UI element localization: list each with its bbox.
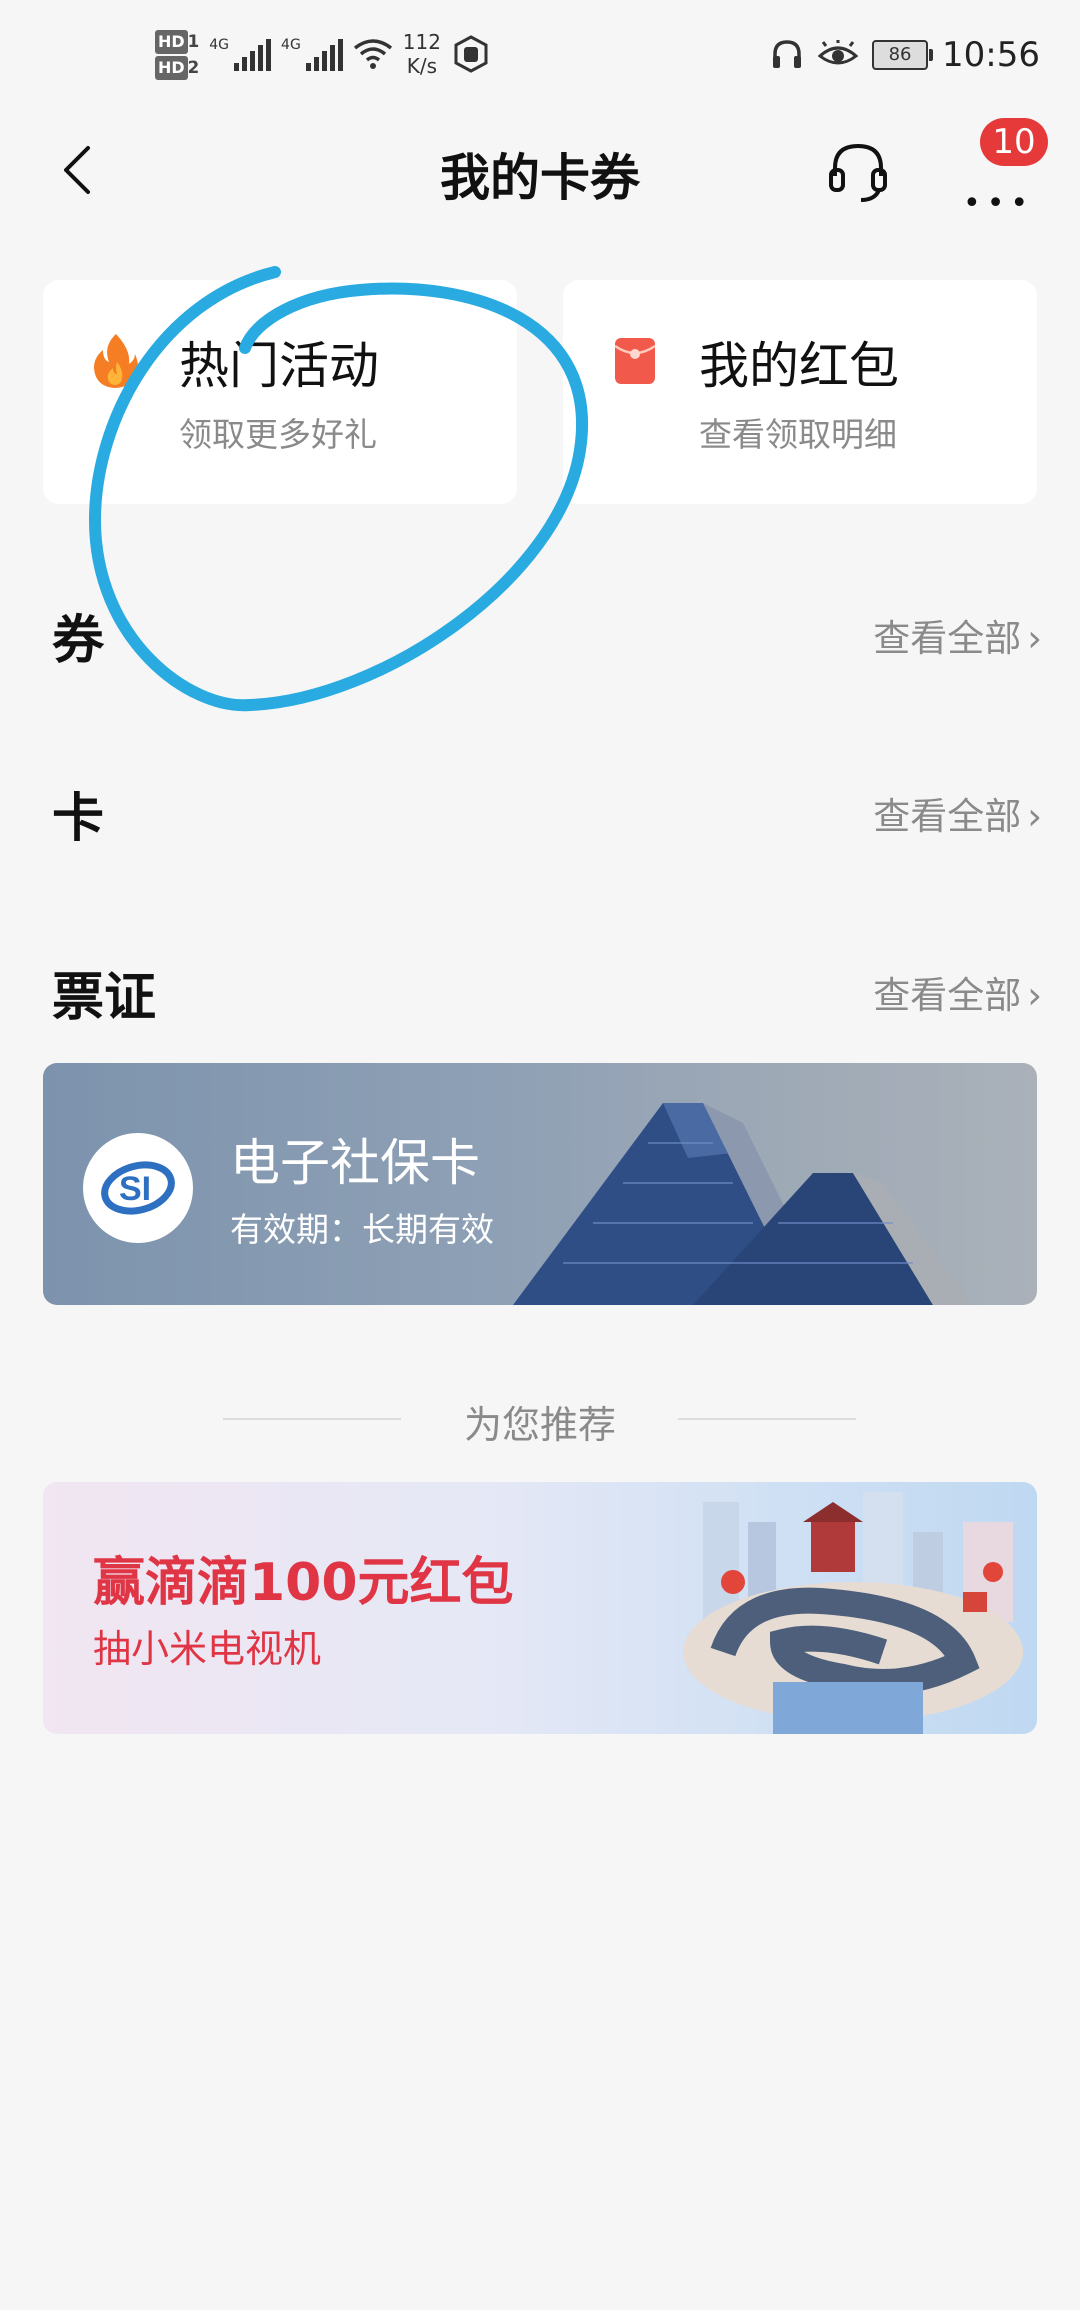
social-security-card[interactable]: SI 电子社保卡 有效期：长期有效 — [43, 1063, 1037, 1305]
notification-badge: 10 — [980, 118, 1048, 166]
headset-status-icon — [773, 40, 802, 68]
chevron-right-icon: › — [1027, 974, 1042, 1017]
building-illustration — [513, 1103, 973, 1305]
battery-icon: 86 — [872, 40, 934, 70]
red-envelope-title: 我的红包 — [699, 337, 899, 395]
section-tickets-title: 票证 — [52, 968, 157, 1028]
city-illustration — [683, 1492, 1023, 1734]
network-speed: 112 K/s — [403, 30, 441, 78]
tickets-view-all-label: 查看全部 — [873, 974, 1022, 1017]
status-left: HD 1 HD 2 4G 4G 112 K/s — [155, 28, 491, 80]
coupons-view-all-link[interactable]: 查看全部 › — [873, 608, 1042, 662]
section-coupons-title: 券 — [52, 611, 105, 671]
signal-2-icon: 4G — [281, 37, 343, 71]
red-envelope-subtitle: 查看领取明细 — [699, 415, 897, 454]
customer-service-icon[interactable] — [825, 138, 891, 204]
social-card-title: 电子社保卡 — [230, 1134, 480, 1192]
my-red-envelope-card[interactable]: 我的红包 查看领取明细 — [563, 280, 1037, 504]
recommend-label: 为您推荐 — [463, 1403, 616, 1447]
status-right: 86 10:56 — [770, 35, 1040, 75]
status-bar: HD 1 HD 2 4G 4G 112 K/s 86 10:56 — [0, 0, 1080, 120]
flame-icon — [94, 334, 138, 388]
section-cards: 卡 查看全部 › — [52, 776, 1042, 856]
net1-label: 4G — [209, 37, 230, 53]
cards-view-all-label: 查看全部 — [873, 795, 1022, 838]
hot-activities-subtitle: 领取更多好礼 — [179, 415, 377, 454]
svg-text:SI: SI — [119, 1170, 151, 1208]
signal-1-icon: 4G — [209, 37, 272, 71]
hot-activities-card[interactable]: 热门活动 领取更多好礼 — [43, 280, 517, 504]
hot-activities-title: 热门活动 — [179, 337, 379, 395]
promo-subtitle: 抽小米电视机 — [93, 1627, 322, 1671]
divider-right — [678, 1418, 856, 1420]
red-envelope-icon — [614, 338, 656, 384]
page-title: 我的卡券 — [440, 149, 640, 207]
clock: 10:56 — [942, 35, 1040, 75]
coupons-view-all-label: 查看全部 — [873, 617, 1022, 660]
social-security-logo: SI — [83, 1133, 193, 1243]
eye-comfort-icon — [818, 40, 859, 65]
hand-shield-icon — [454, 35, 488, 73]
hd-indicators: HD 1 HD 2 — [155, 28, 199, 80]
chevron-right-icon: › — [1027, 617, 1042, 660]
section-cards-title: 卡 — [52, 789, 105, 849]
nav-header: 我的卡券 ••• — [0, 120, 1080, 221]
section-coupons: 券 查看全部 › — [52, 598, 1042, 678]
hd1-sub: 1 — [187, 32, 200, 51]
section-tickets: 票证 查看全部 › — [52, 955, 1042, 1035]
hd2-label: HD — [155, 56, 188, 80]
promo-banner[interactable]: 赢滴滴100元红包 抽小米电视机 — [43, 1482, 1037, 1734]
hd2-sub: 2 — [187, 58, 200, 77]
social-card-validity: 有效期：长期有效 — [230, 1210, 494, 1249]
more-dots-icon: ••• — [963, 186, 1035, 221]
net2-label: 4G — [281, 37, 301, 53]
back-icon[interactable] — [50, 140, 110, 200]
wifi-icon — [353, 39, 392, 69]
recommend-divider: 为您推荐 — [0, 1390, 1080, 1450]
promo-title: 赢滴滴100元红包 — [93, 1553, 514, 1613]
speed-unit: K/s — [406, 54, 438, 78]
hd1-label: HD — [155, 30, 188, 54]
tickets-view-all-link[interactable]: 查看全部 › — [873, 965, 1042, 1019]
cards-view-all-link[interactable]: 查看全部 › — [873, 786, 1042, 840]
speed-value: 112 — [402, 30, 441, 54]
chevron-right-icon: › — [1027, 795, 1042, 838]
